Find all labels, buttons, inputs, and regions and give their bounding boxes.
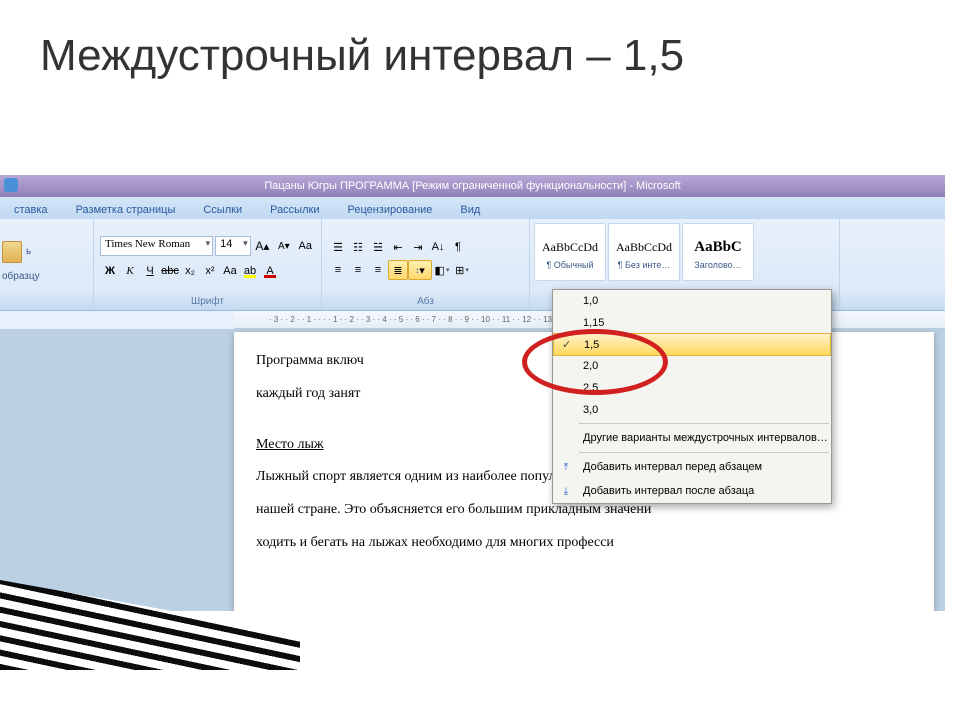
paragraph-group-label: Абз <box>328 294 523 310</box>
tab-page-layout[interactable]: Разметка страницы <box>62 200 190 219</box>
style-sample: AaBbC <box>694 234 742 260</box>
spacing-option-1-15[interactable]: 1,15 <box>553 312 831 334</box>
grow-font-icon: A▴ <box>255 239 269 253</box>
spacing-options-more[interactable]: Другие варианты междустрочных интервалов… <box>553 426 831 450</box>
clear-icon: Aa <box>299 240 312 252</box>
style-normal[interactable]: AaBbCcDd ¶ Обычный <box>534 223 606 281</box>
add-space-before[interactable]: ⤒ Добавить интервал перед абзацем <box>553 455 831 479</box>
font-color-button[interactable]: A <box>260 261 280 281</box>
borders-button[interactable]: ⊞ <box>452 260 472 280</box>
increase-indent-button[interactable]: ⇥ <box>408 237 428 257</box>
sort-button[interactable]: A↓ <box>428 237 448 257</box>
space-before-icon: ⤒ <box>558 459 574 475</box>
bullets-button[interactable]: ☰ <box>328 237 348 257</box>
separator <box>579 423 829 424</box>
add-space-after[interactable]: ⤓ Добавить интервал после абзаца <box>553 479 831 503</box>
shading-button[interactable]: ◧ <box>432 260 452 280</box>
line-spacing-button[interactable]: ↕▾ <box>408 260 432 280</box>
before-label: Добавить интервал перед абзацем <box>583 461 762 473</box>
clear-formatting-button[interactable]: Aa <box>296 236 315 256</box>
doc-text: Программа включ <box>256 353 364 368</box>
doc-heading: Место лыж <box>256 437 324 452</box>
strikethrough-button[interactable]: abc <box>160 261 180 281</box>
show-marks-button[interactable]: ¶ <box>448 237 468 257</box>
shrink-font-icon: A▾ <box>278 241 290 252</box>
separator <box>579 452 829 453</box>
align-right-button[interactable]: ≡ <box>368 260 388 280</box>
word-screenshot: Пацаны Югры ПРОГРАММА [Режим ограниченно… <box>0 175 945 611</box>
underline-button[interactable]: Ч <box>140 261 160 281</box>
ribbon-tabs: ставка Разметка страницы Ссылки Рассылки… <box>0 197 945 219</box>
align-center-button[interactable]: ≡ <box>348 260 368 280</box>
spacing-option-2-0[interactable]: 2,0 <box>553 355 831 377</box>
tab-references[interactable]: Ссылки <box>189 200 256 219</box>
font-family-combo[interactable]: Times New Roman <box>100 236 213 256</box>
spacing-option-3-0[interactable]: 3,0 <box>553 399 831 421</box>
tab-insert[interactable]: ставка <box>0 200 62 219</box>
style-heading1[interactable]: AaBbC Заголово… <box>682 223 754 281</box>
subscript-button[interactable]: x₂ <box>180 261 200 281</box>
style-sample: AaBbCcDd <box>542 234 598 260</box>
grow-font-button[interactable]: A▴ <box>253 236 272 256</box>
superscript-button[interactable]: x² <box>200 261 220 281</box>
justify-button[interactable]: ≣ <box>388 260 408 280</box>
group-clipboard: ь образцу <box>0 219 94 310</box>
shrink-font-button[interactable]: A▾ <box>274 236 293 256</box>
window-title: Пацаны Югры ПРОГРАММА [Режим ограниченно… <box>264 180 680 192</box>
style-name: ¶ Без инте… <box>618 260 671 270</box>
spacing-option-1-0[interactable]: 1,0 <box>553 290 831 312</box>
style-no-spacing[interactable]: AaBbCcDd ¶ Без инте… <box>608 223 680 281</box>
spacing-label: 1,5 <box>584 339 599 351</box>
tab-mailings[interactable]: Рассылки <box>256 200 333 219</box>
line-spacing-dropdown: 1,0 1,15 ✓ 1,5 2,0 2,5 3,0 Другие вариант… <box>552 289 832 504</box>
space-after-icon: ⤓ <box>558 483 574 499</box>
italic-button[interactable]: К <box>120 261 140 281</box>
numbering-button[interactable]: ☷ <box>348 237 368 257</box>
font-group-label: Шрифт <box>100 294 315 310</box>
highlight-button[interactable]: ab <box>240 261 260 281</box>
clipboard-group-label <box>2 294 87 310</box>
format-painter-label[interactable]: образцу <box>2 271 87 282</box>
more-label: Другие варианты междустрочных интервалов… <box>583 432 828 444</box>
spacing-option-2-5[interactable]: 2,5 <box>553 377 831 399</box>
spacing-option-1-5[interactable]: ✓ 1,5 <box>553 333 831 356</box>
tab-review[interactable]: Рецензирование <box>333 200 446 219</box>
multilevel-button[interactable]: ☱ <box>368 237 388 257</box>
decrease-indent-button[interactable]: ⇤ <box>388 237 408 257</box>
tab-view[interactable]: Вид <box>446 200 494 219</box>
clipboard-cut-label: ь <box>26 246 31 257</box>
align-left-button[interactable]: ≡ <box>328 260 348 280</box>
group-paragraph: ☰ ☷ ☱ ⇤ ⇥ A↓ ¶ ≡ ≡ ≡ ≣ ↕▾ ◧ <box>322 219 530 310</box>
doc-text: ходить и бегать на лыжах необходимо для … <box>256 528 912 559</box>
style-name: ¶ Обычный <box>546 260 593 270</box>
check-icon: ✓ <box>562 338 571 351</box>
bold-button[interactable]: Ж <box>100 261 120 281</box>
change-case-button[interactable]: Aa <box>220 261 240 281</box>
group-font: Times New Roman 14 A▴ A▾ Aa Ж К Ч abc x₂… <box>94 219 322 310</box>
paste-icon[interactable] <box>2 241 22 263</box>
window-titlebar: Пацаны Югры ПРОГРАММА [Режим ограниченно… <box>0 175 945 197</box>
line-spacing-icon: ↕ <box>415 268 419 273</box>
font-size-combo[interactable]: 14 <box>215 236 251 256</box>
slide-title: Междустрочный интервал – 1,5 <box>40 30 684 83</box>
style-sample: AaBbCcDd <box>616 234 672 260</box>
style-name: Заголово… <box>694 260 741 270</box>
after-label: Добавить интервал после абзаца <box>583 485 754 497</box>
